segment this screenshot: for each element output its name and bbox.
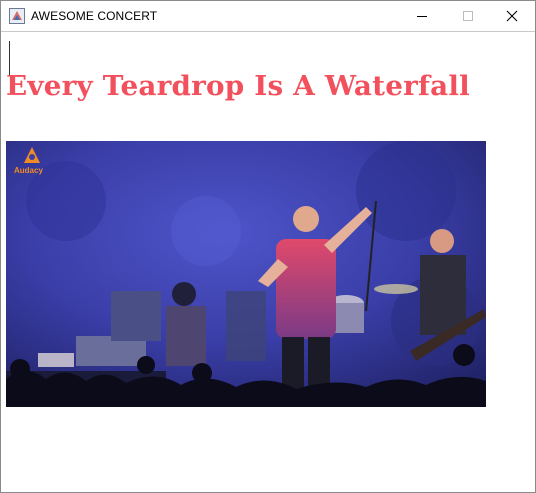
maximize-icon bbox=[463, 11, 473, 21]
title-bar[interactable]: AWESOME CONCERT bbox=[1, 1, 535, 32]
content-area: Every Teardrop Is A Waterfall Audacy bbox=[1, 32, 535, 492]
text-field[interactable] bbox=[5, 36, 10, 75]
maximize-button[interactable] bbox=[445, 1, 491, 31]
close-icon bbox=[506, 10, 518, 22]
text-caret bbox=[9, 41, 10, 75]
close-button[interactable] bbox=[489, 1, 535, 31]
app-window: AWESOME CONCERT Every Teardrop Is A Wate… bbox=[0, 0, 536, 493]
window-title: AWESOME CONCERT bbox=[31, 9, 158, 23]
svg-text:Audacy: Audacy bbox=[14, 166, 43, 175]
java-app-icon bbox=[9, 8, 25, 24]
concert-video[interactable]: Audacy bbox=[6, 141, 486, 407]
song-title: Every Teardrop Is A Waterfall bbox=[6, 71, 470, 102]
minimize-button[interactable] bbox=[399, 1, 445, 31]
concert-video-frame: Audacy bbox=[6, 141, 486, 407]
minimize-icon bbox=[417, 16, 427, 17]
